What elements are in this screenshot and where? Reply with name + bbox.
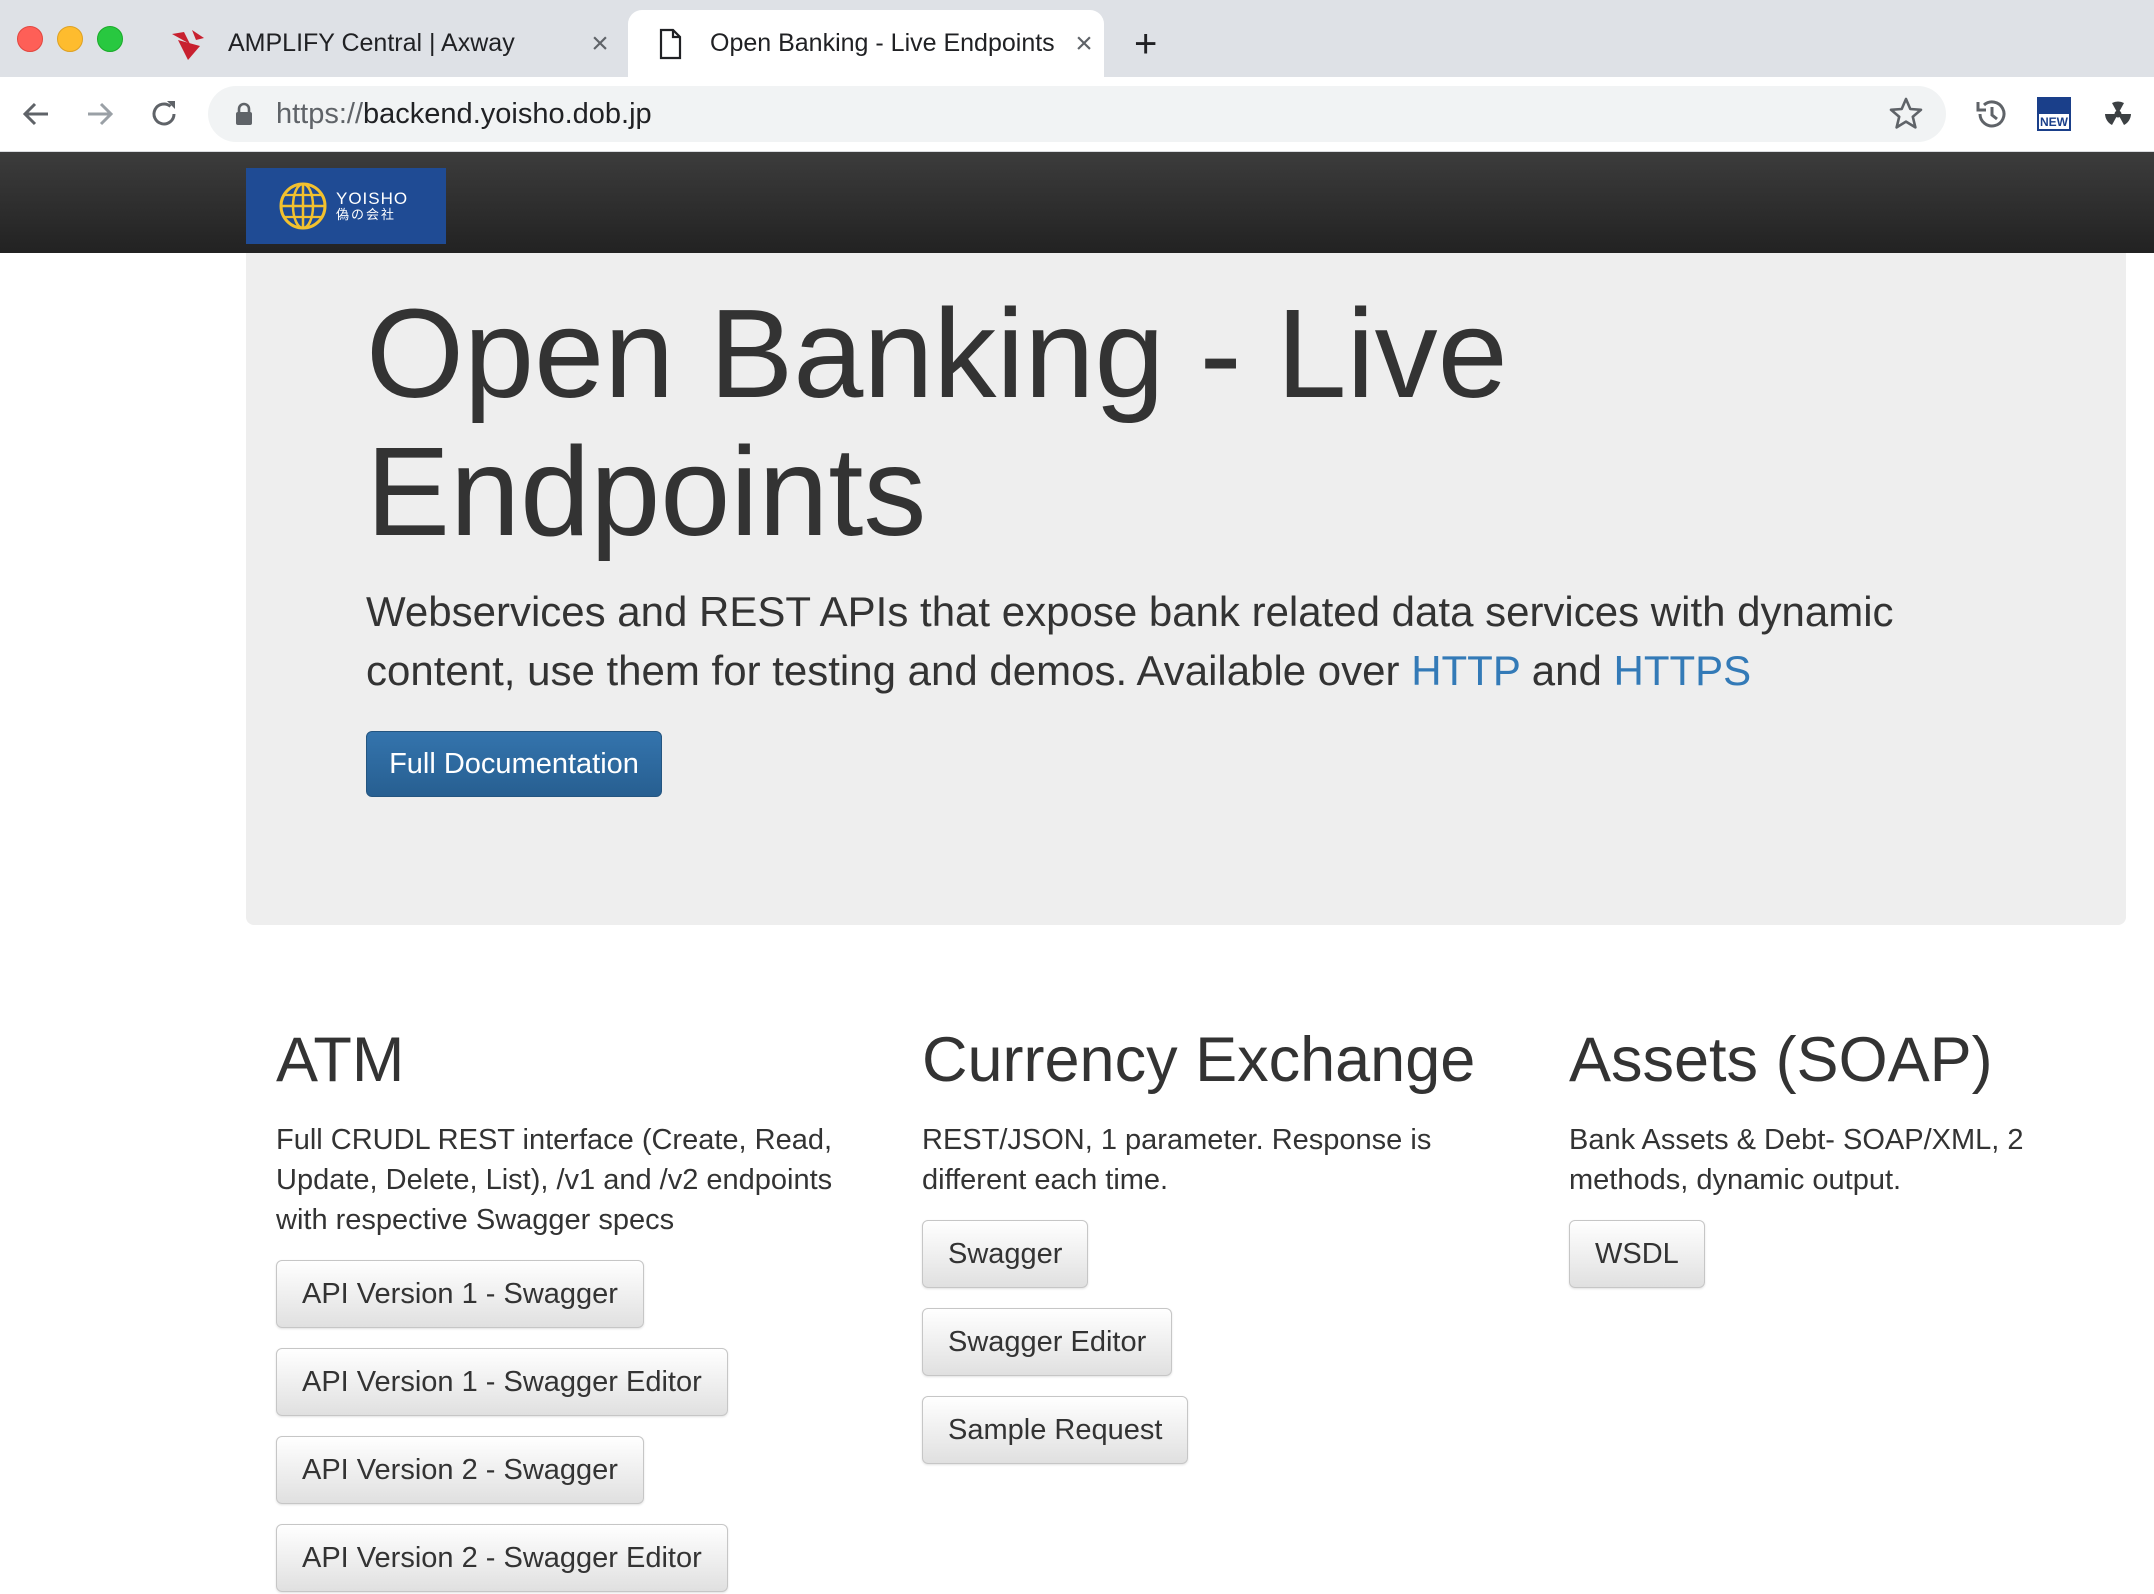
swagger-editor-button[interactable]: Swagger Editor <box>922 1308 1173 1376</box>
http-link[interactable]: HTTP <box>1411 647 1520 694</box>
section-description: Full CRUDL REST interface (Create, Read,… <box>276 1124 833 1236</box>
page-title: Open Banking - Live Endpoints <box>366 283 1508 562</box>
maximize-window-button[interactable] <box>97 26 123 52</box>
section-title: Assets (SOAP) <box>1569 1025 1993 1095</box>
axway-logo-icon <box>172 29 204 60</box>
sample-request-button[interactable]: Sample Request <box>922 1396 1189 1464</box>
document-icon <box>659 28 682 59</box>
reload-icon[interactable] <box>142 92 186 136</box>
full-documentation-button[interactable]: Full Documentation <box>366 731 662 797</box>
url-text: https://backend.yoisho.dob.jp <box>276 97 652 130</box>
browser-tab-bar: AMPLIFY Central | Axway × Open Banking -… <box>0 0 2154 77</box>
hero-lead: Webservices and REST APIs that expose ba… <box>366 588 1894 694</box>
close-icon[interactable]: × <box>1064 27 1104 61</box>
history-extension-icon[interactable] <box>1970 94 2010 134</box>
api-v1-swagger-editor-button[interactable]: API Version 1 - Swagger Editor <box>276 1348 728 1416</box>
hero-jumbotron: Open Banking - Live Endpoints Webservice… <box>246 253 2126 925</box>
section-description: Bank Assets & Debt- SOAP/XML, 2 methods,… <box>1569 1124 2024 1196</box>
radiation-extension-icon[interactable] <box>2098 94 2138 134</box>
browser-toolbar: https://backend.yoisho.dob.jp NEW <box>0 77 2154 152</box>
site-navbar: YOISHO 偽の会社 <box>0 152 2154 253</box>
forward-icon[interactable] <box>78 92 122 136</box>
tab-open-banking[interactable]: Open Banking - Live Endpoints × <box>628 10 1104 77</box>
minimize-window-button[interactable] <box>57 26 83 52</box>
brand-logo[interactable]: YOISHO 偽の会社 <box>246 168 446 244</box>
new-extension-icon[interactable]: NEW <box>2034 94 2074 134</box>
brand-name: YOISHO <box>336 188 409 208</box>
api-v2-swagger-button[interactable]: API Version 2 - Swagger <box>276 1436 644 1504</box>
https-link[interactable]: HTTPS <box>1614 647 1752 694</box>
close-icon[interactable]: × <box>580 27 620 61</box>
section-description: REST/JSON, 1 parameter. Response is diff… <box>922 1124 1432 1196</box>
swagger-button[interactable]: Swagger <box>922 1220 1089 1288</box>
close-window-button[interactable] <box>17 26 43 52</box>
brand-subtitle: 偽の会社 <box>336 207 397 223</box>
address-bar[interactable]: https://backend.yoisho.dob.jp <box>208 86 1946 142</box>
lock-icon <box>236 102 252 125</box>
atm-section: ATM Full CRUDL REST interface (Create, R… <box>276 1020 846 1592</box>
tab-label: AMPLIFY Central | Axway <box>228 29 515 57</box>
currency-exchange-section: Currency Exchange REST/JSON, 1 parameter… <box>922 1020 1492 1464</box>
section-title: ATM <box>276 1025 405 1095</box>
section-title: Currency Exchange <box>922 1025 1476 1095</box>
api-v1-swagger-button[interactable]: API Version 1 - Swagger <box>276 1260 644 1328</box>
tab-label: Open Banking - Live Endpoints <box>710 29 1055 57</box>
wsdl-button[interactable]: WSDL <box>1569 1220 1705 1288</box>
assets-soap-section: Assets (SOAP) Bank Assets & Debt- SOAP/X… <box>1569 1020 2149 1288</box>
svg-text:NEW: NEW <box>2040 115 2069 129</box>
api-v2-swagger-editor-button[interactable]: API Version 2 - Swagger Editor <box>276 1524 728 1592</box>
globe-icon <box>279 182 327 230</box>
bookmark-star-icon[interactable] <box>1886 94 1926 134</box>
back-icon[interactable] <box>14 92 58 136</box>
new-tab-icon[interactable]: + <box>1134 20 1157 68</box>
tab-amplify-central[interactable]: AMPLIFY Central | Axway × <box>160 10 620 77</box>
